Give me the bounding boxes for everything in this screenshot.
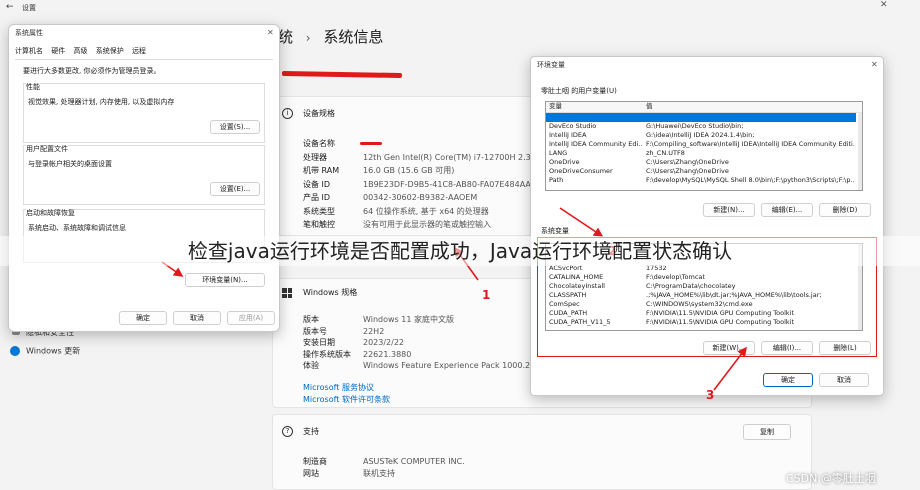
- arrow-2: [559, 207, 604, 237]
- headline-text: 检查java运行环境是否配置成功，Java运行环境配置状态确认: [187, 239, 733, 263]
- step-number-1: 1: [482, 288, 491, 302]
- arrow-3: [713, 346, 747, 391]
- step-number-3: 3: [706, 388, 715, 402]
- watermark: CSDN @零肚土咽: [786, 472, 876, 485]
